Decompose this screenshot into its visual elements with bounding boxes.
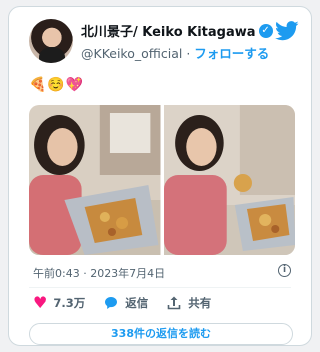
- read-replies-button[interactable]: 338件の返信を読む: [29, 323, 293, 345]
- like-count: 7.3万: [53, 296, 86, 310]
- share-upload-icon: [167, 296, 181, 310]
- share-button[interactable]: 共有: [166, 295, 211, 311]
- tweet-text: 🍕☺️💖: [29, 77, 85, 93]
- speech-bubble-icon: [105, 297, 118, 309]
- photo-2-image: [163, 105, 295, 255]
- photo-2[interactable]: [163, 105, 295, 255]
- photo-grid: [29, 105, 295, 255]
- divider: [29, 287, 291, 288]
- tweet-card: 北川景子/ Keiko Kitagawa ✓ @KKeiko_official …: [8, 6, 312, 346]
- avatar[interactable]: [29, 19, 73, 63]
- reply-button[interactable]: 返信: [103, 295, 148, 311]
- photo-1[interactable]: [29, 105, 161, 255]
- like-button[interactable]: ♥ 7.3万: [33, 295, 85, 311]
- handle-separator: ·: [182, 46, 195, 61]
- info-icon[interactable]: i: [278, 264, 291, 277]
- tweet-header: 北川景子/ Keiko Kitagawa ✓ @KKeiko_official …: [29, 19, 299, 67]
- author-name[interactable]: 北川景子/ Keiko Kitagawa: [81, 21, 256, 40]
- photo-1-image: [29, 105, 161, 255]
- handle-row: @KKeiko_official · フォローする: [81, 43, 269, 62]
- author-handle[interactable]: @KKeiko_official: [81, 46, 182, 61]
- author-name-row: 北川景子/ Keiko Kitagawa ✓: [81, 21, 273, 40]
- share-label: 共有: [188, 296, 212, 310]
- verified-badge-icon: ✓: [258, 23, 273, 38]
- twitter-bird-icon[interactable]: [275, 21, 299, 41]
- follow-button[interactable]: フォローする: [194, 46, 269, 61]
- tweet-timestamp[interactable]: 午前0:43 · 2023年7月4日: [33, 265, 165, 281]
- heart-icon: ♥: [33, 293, 48, 312]
- reply-label: 返信: [125, 296, 149, 310]
- action-bar: ♥ 7.3万 返信 共有: [33, 295, 211, 311]
